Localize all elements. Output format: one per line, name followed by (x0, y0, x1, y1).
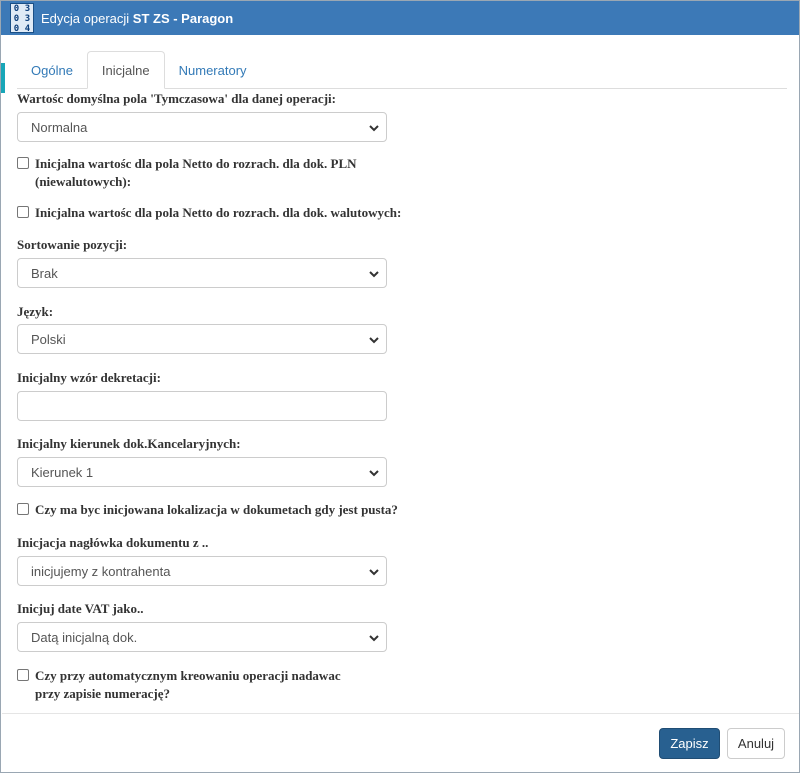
datavat-label: Inicjuj date VAT jako.. (17, 601, 144, 616)
netto-pln-checkbox[interactable] (17, 157, 29, 169)
app-logo-icon: 0 3 0 3 0 4 (10, 3, 34, 34)
tab-ogolne[interactable]: Ogólne (17, 52, 87, 89)
numeracja-row: Czy przy automatycznym kreowaniu operacj… (17, 667, 362, 703)
lokalizacja-label: Czy ma byc inicjowana lokalizacja w doku… (35, 502, 398, 517)
chevron-down-icon (369, 337, 379, 344)
sortowanie-value: Brak (31, 265, 58, 281)
wzor-label: Inicjalny wzór dekretacji: (17, 370, 161, 385)
tab-bar: Ogólne Inicjalne Numeratory (17, 51, 787, 89)
lokalizacja-checkbox[interactable] (17, 503, 29, 515)
window-title: Edycja operacji ST ZS - Paragon (41, 10, 234, 26)
kierunek-value: Kierunek 1 (31, 464, 94, 480)
tymczasowa-label: Wartośc domyślna pola 'Tymczasowa' dla d… (17, 91, 336, 106)
datavat-value: Datą inicjalną dok. (31, 629, 138, 645)
chevron-down-icon (369, 125, 379, 132)
chevron-down-icon (369, 470, 379, 477)
chevron-down-icon (369, 635, 379, 642)
netto-wal-row: Inicjalna wartośc dla pola Netto do rozr… (17, 204, 407, 222)
save-button[interactable]: Zapisz (659, 728, 720, 759)
sortowanie-select[interactable]: Brak (17, 258, 387, 288)
jezyk-label: Język: (17, 304, 54, 319)
footer-divider (2, 713, 799, 714)
datavat-select[interactable]: Datą inicjalną dok. (17, 622, 387, 652)
sortowanie-label: Sortowanie pozycji: (17, 237, 128, 252)
lokalizacja-row: Czy ma byc inicjowana lokalizacja w doku… (17, 501, 407, 519)
title-bar: 0 3 0 3 0 4 Edycja operacji ST ZS - Para… (1, 1, 799, 35)
netto-wal-label: Inicjalna wartośc dla pola Netto do rozr… (35, 205, 402, 220)
jezyk-select[interactable]: Polski (17, 324, 387, 354)
kierunek-select[interactable]: Kierunek 1 (17, 457, 387, 487)
chevron-down-icon (369, 271, 379, 278)
naglowek-value: inicjujemy z kontrahenta (31, 563, 171, 579)
cancel-button[interactable]: Anuluj (727, 728, 785, 759)
left-edge-marker (1, 63, 5, 93)
tymczasowa-value: Normalna (31, 119, 88, 135)
chevron-down-icon (369, 569, 379, 576)
tymczasowa-select[interactable]: Normalna (17, 112, 387, 142)
naglowek-label: Inicjacja nagłówka dokumentu z .. (17, 535, 209, 550)
netto-wal-checkbox[interactable] (17, 206, 29, 218)
dialog-window: 0 3 0 3 0 4 Edycja operacji ST ZS - Para… (0, 0, 800, 773)
wzor-input[interactable] (17, 391, 387, 421)
kierunek-label: Inicjalny kierunek dok.Kancelaryjnych: (17, 436, 241, 451)
netto-pln-row: Inicjalna wartośc dla pola Netto do rozr… (17, 155, 387, 191)
numeracja-checkbox[interactable] (17, 669, 29, 681)
tab-numeratory[interactable]: Numeratory (165, 52, 261, 89)
netto-pln-label: Inicjalna wartośc dla pola Netto do rozr… (35, 156, 357, 189)
jezyk-value: Polski (31, 331, 66, 347)
naglowek-select[interactable]: inicjujemy z kontrahenta (17, 556, 387, 586)
tab-inicjalne[interactable]: Inicjalne (86, 51, 165, 89)
numeracja-label: Czy przy automatycznym kreowaniu operacj… (35, 668, 341, 701)
